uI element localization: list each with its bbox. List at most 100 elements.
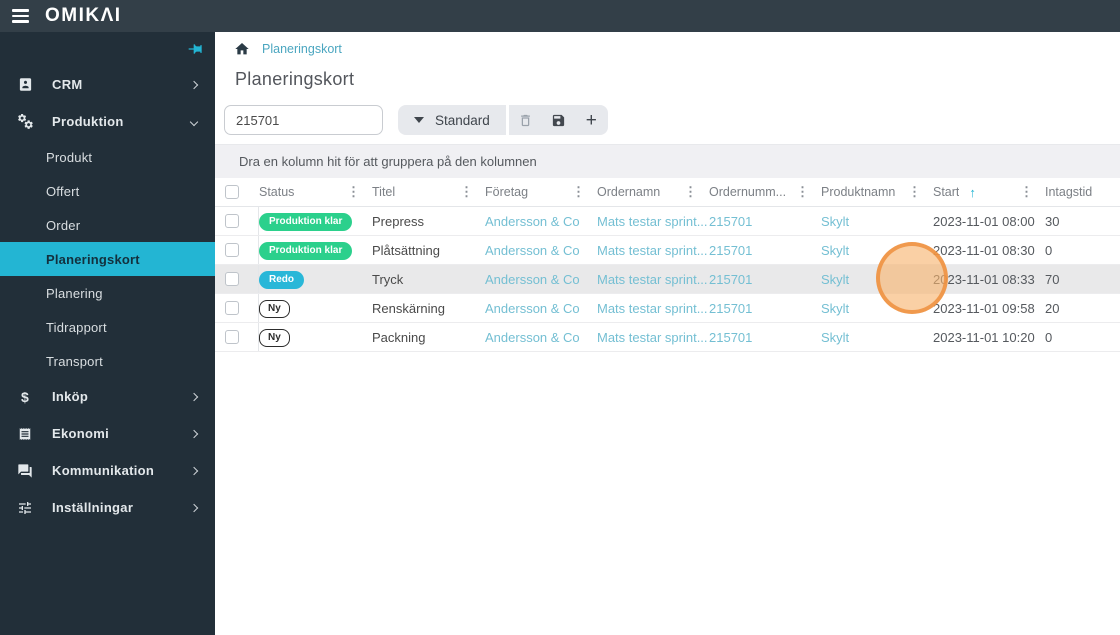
ordernummer-link[interactable]: 215701 [709, 301, 821, 316]
table-row[interactable]: Produktion klar Prepress Andersson & Co … [215, 207, 1120, 236]
table-row[interactable]: Ny Packning Andersson & Co Mats testar s… [215, 323, 1120, 352]
sidebar-item-installningar[interactable]: Inställningar [0, 489, 215, 526]
produktnamn-link[interactable]: Skylt [821, 243, 933, 258]
column-menu-icon[interactable]: ⋮ [684, 184, 697, 200]
chevron-right-icon [189, 392, 199, 401]
submenu-label: Produkt [46, 149, 93, 165]
preset-dropdown-label: Standard [435, 112, 490, 128]
sidebar-item-tidrapport[interactable]: Tidrapport [0, 310, 215, 344]
row-checkbox[interactable] [225, 243, 239, 257]
add-preset-button[interactable]: + [575, 105, 608, 135]
ordernummer-link[interactable]: 215701 [709, 243, 821, 258]
select-all-checkbox[interactable] [225, 185, 239, 199]
column-header-produktnamn[interactable]: Produktnamn ⋮ [821, 178, 933, 206]
sidebar-item-label: Produktion [52, 114, 124, 129]
submenu-label: Tidrapport [46, 319, 107, 335]
row-checkbox[interactable] [225, 330, 239, 344]
row-checkbox[interactable] [225, 301, 239, 315]
chevron-right-icon [189, 80, 199, 89]
column-menu-icon[interactable]: ⋮ [347, 184, 360, 200]
sidebar-item-transport[interactable]: Transport [0, 344, 215, 378]
column-menu-icon[interactable]: ⋮ [908, 184, 921, 200]
top-bar: OMIKΛI [0, 0, 1120, 32]
produktnamn-link[interactable]: Skylt [821, 272, 933, 287]
produktnamn-link[interactable]: Skylt [821, 214, 933, 229]
start-cell: 2023-11-01 08:33 [933, 271, 1035, 287]
ordernummer-link[interactable]: 215701 [709, 214, 821, 229]
status-badge: Ny [259, 328, 290, 347]
group-hint-text: Dra en kolumn hit för att gruppera på de… [239, 154, 537, 169]
status-badge: Ny [259, 299, 290, 318]
row-checkbox[interactable] [225, 214, 239, 228]
home-icon[interactable] [234, 41, 250, 57]
table-row[interactable]: Produktion klar Plåtsättning Andersson &… [215, 236, 1120, 265]
sidebar-item-kommunikation[interactable]: Kommunikation [0, 452, 215, 489]
sidebar-item-crm[interactable]: CRM [0, 66, 215, 103]
page-title: Planeringskort [235, 69, 355, 89]
produktnamn-link[interactable]: Skylt [821, 301, 933, 316]
titel-cell: Tryck [372, 271, 404, 287]
preset-dropdown[interactable]: Standard [398, 105, 506, 135]
breadcrumb-page-link[interactable]: Planeringskort [262, 42, 342, 56]
table-row[interactable]: Redo Tryck Andersson & Co Mats testar sp… [215, 265, 1120, 294]
dollar-icon: $ [20, 388, 30, 405]
column-menu-icon[interactable]: ⋮ [460, 184, 473, 200]
table-row[interactable]: Ny Renskärning Andersson & Co Mats testa… [215, 294, 1120, 323]
menu-icon[interactable] [12, 9, 29, 23]
search-input[interactable] [224, 105, 383, 135]
sidebar-item-planeringskort[interactable]: Planeringskort [0, 242, 215, 276]
column-menu-icon[interactable]: ⋮ [1020, 184, 1033, 200]
chat-icon [14, 463, 36, 479]
column-header-status[interactable]: Status ⋮ [259, 178, 372, 206]
app-logo: OMIKΛI [45, 5, 122, 26]
foretag-link[interactable]: Andersson & Co [485, 214, 597, 229]
sidebar-item-ekonomi[interactable]: Ekonomi [0, 415, 215, 452]
column-header-intagstid[interactable]: Intagstid [1045, 178, 1120, 206]
column-header-ordernamn[interactable]: Ordernamn ⋮ [597, 178, 709, 206]
ordernamn-link[interactable]: Mats testar sprint... [597, 330, 709, 345]
sidebar-item-planering[interactable]: Planering [0, 276, 215, 310]
delete-preset-button[interactable] [509, 105, 542, 135]
chevron-right-icon [189, 429, 199, 438]
foretag-link[interactable]: Andersson & Co [485, 301, 597, 316]
submenu-label: Planeringskort [46, 251, 140, 267]
receipt-icon [14, 427, 36, 441]
titel-cell: Plåtsättning [372, 242, 440, 258]
sidebar-item-label: CRM [52, 77, 83, 92]
intagstid-cell: 70 [1045, 271, 1060, 287]
column-group-dropzone[interactable]: Dra en kolumn hit för att gruppera på de… [215, 145, 1120, 178]
column-menu-icon[interactable]: ⋮ [572, 184, 585, 200]
pin-sidebar-icon[interactable] [187, 41, 203, 57]
save-preset-button[interactable] [542, 105, 575, 135]
column-header-foretag[interactable]: Företag ⋮ [485, 178, 597, 206]
ordernamn-link[interactable]: Mats testar sprint... [597, 214, 709, 229]
ordernummer-link[interactable]: 215701 [709, 330, 821, 345]
column-header-start[interactable]: Start ↑ ⋮ [933, 178, 1045, 206]
produktnamn-link[interactable]: Skylt [821, 330, 933, 345]
sidebar-item-label: Kommunikation [52, 463, 155, 478]
foretag-link[interactable]: Andersson & Co [485, 330, 597, 345]
ordernamn-link[interactable]: Mats testar sprint... [597, 301, 709, 316]
ordernamn-link[interactable]: Mats testar sprint... [597, 243, 709, 258]
foretag-link[interactable]: Andersson & Co [485, 272, 597, 287]
sidebar-item-produkt[interactable]: Produkt [0, 140, 215, 174]
start-cell: 2023-11-01 08:30 [933, 242, 1035, 258]
sidebar-item-offert[interactable]: Offert [0, 174, 215, 208]
ordernummer-link[interactable]: 215701 [709, 272, 821, 287]
table-header-row: Status ⋮ Titel ⋮ Företag ⋮ Ordernamn ⋮ O… [215, 178, 1120, 207]
submenu-label: Transport [46, 353, 103, 369]
start-cell: 2023-11-01 10:20 [933, 329, 1035, 345]
column-header-ordernummer[interactable]: Ordernumm... ⋮ [709, 178, 821, 206]
row-checkbox[interactable] [225, 272, 239, 286]
sidebar-item-produktion[interactable]: Produktion [0, 103, 215, 140]
foretag-link[interactable]: Andersson & Co [485, 243, 597, 258]
column-menu-icon[interactable]: ⋮ [796, 184, 809, 200]
submenu-label: Order [46, 217, 81, 233]
sidebar-item-order[interactable]: Order [0, 208, 215, 242]
gears-icon [14, 113, 36, 130]
chevron-right-icon [189, 466, 199, 475]
ordernamn-link[interactable]: Mats testar sprint... [597, 272, 709, 287]
column-header-titel[interactable]: Titel ⋮ [372, 178, 485, 206]
submenu-label: Offert [46, 183, 80, 199]
sidebar-item-inkop[interactable]: $ Inköp [0, 378, 215, 415]
